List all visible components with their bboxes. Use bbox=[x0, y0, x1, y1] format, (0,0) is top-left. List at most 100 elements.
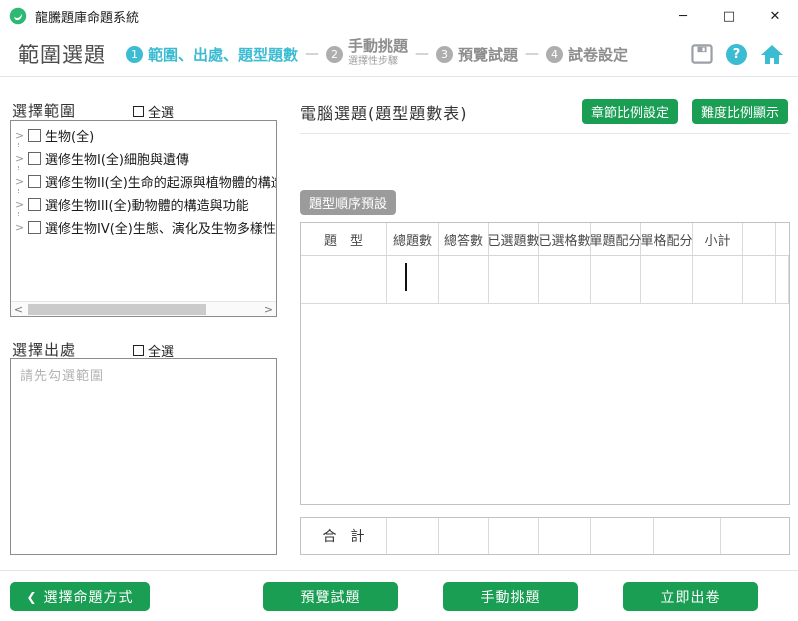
range-tree-panel: > 生物(全) > 選修生物I(全)細胞與遺傳 > 選修生物II(全)生命的起源… bbox=[10, 120, 277, 317]
step-dash: — bbox=[305, 46, 320, 62]
column-header: 已選格數 bbox=[539, 223, 591, 255]
source-section-title: 選擇出處 bbox=[12, 341, 77, 359]
table-cell[interactable] bbox=[743, 256, 776, 303]
text-cursor bbox=[405, 263, 407, 291]
footer-divider bbox=[0, 570, 798, 571]
title-bar: 龍騰題庫命題系統 ─ □ ✕ bbox=[0, 0, 798, 32]
scrollbar-thumb[interactable] bbox=[28, 304, 206, 315]
table-cell[interactable] bbox=[641, 256, 693, 303]
tree-item-checkbox[interactable] bbox=[28, 152, 41, 165]
chevron-right-icon[interactable]: > bbox=[15, 152, 28, 170]
table-row[interactable] bbox=[301, 256, 789, 304]
column-header bbox=[776, 223, 789, 255]
step-dash: — bbox=[525, 46, 540, 62]
source-list-panel: 請先勾選範圍 bbox=[10, 358, 277, 555]
panel-divider bbox=[300, 133, 790, 134]
computer-selection-title: 電腦選題(題型題數表) bbox=[300, 104, 468, 123]
source-select-all-checkbox[interactable] bbox=[133, 345, 144, 356]
tree-item-checkbox[interactable] bbox=[28, 129, 41, 142]
chevron-right-icon[interactable]: > bbox=[15, 129, 28, 147]
table-cell[interactable] bbox=[301, 256, 387, 303]
scroll-left-icon[interactable]: < bbox=[11, 302, 26, 317]
step-2: 2 手動挑題 選擇性步驟 bbox=[326, 39, 408, 69]
close-button[interactable]: ✕ bbox=[752, 0, 798, 32]
step-2-sublabel: 選擇性步驟 bbox=[348, 56, 399, 67]
back-to-method-button[interactable]: ❮ 選擇命題方式 bbox=[10, 582, 150, 611]
save-icon[interactable] bbox=[691, 44, 713, 64]
column-header: 題 型 bbox=[301, 223, 387, 255]
home-icon[interactable] bbox=[760, 44, 784, 65]
step-2-number: 2 bbox=[326, 45, 344, 63]
chevron-right-icon[interactable]: > bbox=[15, 221, 28, 234]
horizontal-scrollbar[interactable]: < > bbox=[11, 301, 276, 316]
source-placeholder-text: 請先勾選範圍 bbox=[20, 369, 105, 384]
step-3: 3 預覽試題 bbox=[436, 44, 518, 65]
step-4: 4 試卷設定 bbox=[546, 44, 628, 65]
back-button-label: 選擇命題方式 bbox=[43, 589, 134, 606]
chevron-right-icon[interactable]: > bbox=[15, 175, 28, 193]
tree-item-label[interactable]: 選修生物IV(全)生態、演化及生物多樣性 bbox=[45, 218, 276, 237]
range-select-all-checkbox[interactable] bbox=[133, 106, 144, 117]
table-cell[interactable] bbox=[439, 256, 489, 303]
total-cell bbox=[539, 518, 591, 554]
step-dash: — bbox=[415, 46, 430, 62]
app-window: 龍騰題庫命題系統 ─ □ ✕ 範圍選題 1 範圍、出處、題型題數 — 2 手動挑… bbox=[0, 0, 798, 621]
question-type-table: 題 型 總題數 總答數 已選題數 已選格數 單題配分 單格配分 小計 bbox=[300, 222, 790, 505]
table-cell[interactable] bbox=[387, 256, 439, 303]
tree-item-checkbox[interactable] bbox=[28, 221, 41, 234]
step-indicator: 1 範圍、出處、題型題數 — 2 手動挑題 選擇性步驟 — 3 預覽試題 — 4… bbox=[126, 39, 628, 69]
tree-item-label[interactable]: 選修生物I(全)細胞與遺傳 bbox=[45, 149, 189, 168]
tree-item[interactable]: > 選修生物III(全)動物體的構造與功能 bbox=[11, 193, 276, 216]
step-1-number: 1 bbox=[126, 45, 143, 63]
type-order-preset-button[interactable]: 題型順序預設 bbox=[300, 190, 397, 215]
column-header: 已選題數 bbox=[488, 223, 540, 255]
column-header: 單題配分 bbox=[590, 223, 642, 255]
chevron-left-icon: ❮ bbox=[26, 589, 38, 604]
maximize-button[interactable]: □ bbox=[706, 0, 752, 32]
app-title: 龍騰題庫命題系統 bbox=[35, 10, 140, 26]
minimize-button[interactable]: ─ bbox=[660, 0, 706, 32]
computer-selection-panel: 電腦選題(題型題數表) 章節比例設定 難度比例顯示 題型順序預設 題 型 總題數… bbox=[300, 92, 790, 562]
difficulty-ratio-button[interactable]: 難度比例顯示 bbox=[691, 99, 788, 124]
total-label: 合 計 bbox=[301, 518, 387, 554]
total-cell bbox=[654, 518, 721, 554]
tree-item-checkbox[interactable] bbox=[28, 175, 41, 188]
table-cell[interactable] bbox=[591, 256, 641, 303]
tree-item[interactable]: > 選修生物I(全)細胞與遺傳 bbox=[11, 147, 276, 170]
range-tree: > 生物(全) > 選修生物I(全)細胞與遺傳 > 選修生物II(全)生命的起源… bbox=[11, 121, 276, 239]
table-cell[interactable] bbox=[776, 256, 789, 303]
step-1: 1 範圍、出處、題型題數 bbox=[126, 44, 298, 65]
manual-pick-button[interactable]: 手動挑題 bbox=[443, 582, 578, 611]
table-header-row: 題 型 總題數 總答數 已選題數 已選格數 單題配分 單格配分 小計 bbox=[301, 223, 789, 256]
chapter-ratio-button[interactable]: 章節比例設定 bbox=[581, 99, 678, 124]
table-cell[interactable] bbox=[489, 256, 539, 303]
range-section-title: 選擇範圍 bbox=[12, 102, 77, 120]
column-header: 小計 bbox=[693, 223, 743, 255]
tree-item[interactable]: > 選修生物II(全)生命的起源與植物體的構造 bbox=[11, 170, 276, 193]
tree-item[interactable]: > 選修生物IV(全)生態、演化及生物多樣性 bbox=[11, 216, 276, 239]
preview-questions-button[interactable]: 預覽試題 bbox=[263, 582, 398, 611]
total-cell bbox=[721, 518, 789, 554]
total-cell bbox=[439, 518, 489, 554]
tree-item-checkbox[interactable] bbox=[28, 198, 41, 211]
page-header: 範圍選題 1 範圍、出處、題型題數 — 2 手動挑題 選擇性步驟 — 3 預覽試… bbox=[0, 32, 798, 77]
tree-item-label[interactable]: 生物(全) bbox=[45, 126, 94, 145]
range-select-all[interactable]: 全選 bbox=[133, 102, 174, 121]
total-cell bbox=[387, 518, 439, 554]
app-logo-icon bbox=[9, 7, 27, 25]
window-controls: ─ □ ✕ bbox=[660, 0, 798, 32]
range-select-all-label: 全選 bbox=[148, 106, 175, 121]
table-cell[interactable] bbox=[693, 256, 743, 303]
step-2-label: 手動挑題 bbox=[348, 37, 409, 55]
tree-item-label[interactable]: 選修生物II(全)生命的起源與植物體的構造 bbox=[45, 172, 276, 191]
column-header: 總題數 bbox=[387, 223, 439, 255]
table-cell[interactable] bbox=[539, 256, 591, 303]
step-1-label: 範圍、出處、題型題數 bbox=[148, 45, 299, 64]
help-icon[interactable]: ? bbox=[726, 43, 747, 65]
chevron-right-icon[interactable]: > bbox=[15, 198, 28, 216]
tree-item[interactable]: > 生物(全) bbox=[11, 124, 276, 147]
tree-item-label[interactable]: 選修生物III(全)動物體的構造與功能 bbox=[45, 195, 249, 214]
scroll-right-icon[interactable]: > bbox=[261, 302, 276, 317]
total-row: 合 計 bbox=[300, 517, 790, 555]
generate-paper-button[interactable]: 立即出卷 bbox=[623, 582, 758, 611]
